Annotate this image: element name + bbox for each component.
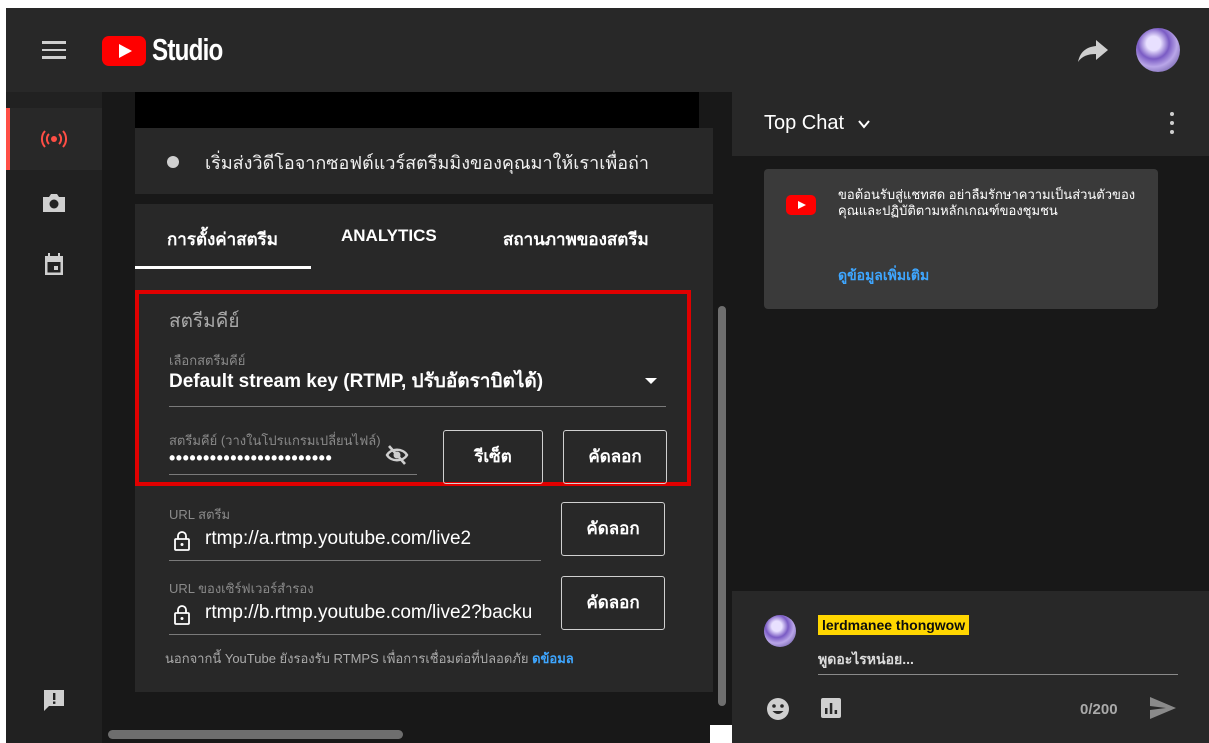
copy-backup-url-button[interactable]: คัดลอก (561, 576, 665, 630)
stream-url-value[interactable]: rtmp://a.rtmp.youtube.com/live2 (205, 528, 531, 550)
reset-button[interactable]: รีเซ็ต (443, 430, 543, 484)
horizontal-scrollbar[interactable] (108, 730, 403, 739)
chat-welcome-notice: ขอต้อนรับสู่แชทสด อย่าลืมรักษาความเป็นส่… (764, 169, 1158, 309)
live-icon (41, 130, 67, 148)
avatar (764, 615, 796, 647)
char-counter: 0/200 (1080, 701, 1118, 718)
stream-status-row: เริ่มส่งวิดีโอจากซอฟต์แวร์สตรีมมิงของคุณ… (135, 128, 713, 194)
section-title: สตรีมคีย์ (169, 311, 240, 332)
tab-analytics[interactable]: ANALYTICS (341, 226, 437, 246)
backup-url-label: URL ของเซิร์ฟเวอร์สำรอง (169, 581, 314, 596)
key-underline (169, 474, 417, 475)
learn-more-link[interactable]: ดข้อมล (532, 651, 574, 666)
account-avatar[interactable] (1136, 28, 1180, 72)
footnote-text: นอกจากนี้ YouTube ยังรองรับ RTMPS เพื่อก… (165, 651, 533, 666)
rtmps-footnote: นอกจากนี้ YouTube ยังรองรับ RTMPS เพื่อก… (165, 648, 574, 669)
more-options-icon[interactable] (1168, 112, 1176, 136)
chat-header: Top Chat (732, 92, 1209, 156)
camera-icon (43, 194, 65, 212)
chat-input[interactable]: พูดอะไรหน่อย... (818, 649, 1178, 675)
live-chat-panel: Top Chat ขอต้อนรับสู่แชทสด อย่าลืมรักษาค… (732, 92, 1209, 743)
feedback-icon[interactable] (42, 688, 66, 712)
emoji-icon[interactable] (766, 697, 790, 721)
send-icon[interactable] (1148, 695, 1178, 721)
stream-key-value[interactable]: •••••••••••••••••••••••• (169, 448, 332, 469)
nav-item-manage[interactable] (6, 234, 102, 296)
calendar-icon (45, 253, 63, 275)
stream-url-underline (169, 560, 541, 561)
tab-stream-settings[interactable]: การตั้งค่าสตรีม (167, 226, 278, 253)
select-underline (169, 406, 666, 407)
nav-item-webcam[interactable] (6, 172, 102, 234)
nav-item-stream[interactable] (6, 108, 102, 170)
super-chat-icon[interactable] (820, 697, 842, 719)
studio-window: Studio เริ่มส่งวิดีโอจากซอฟต์แวร์สตรีมมิ… (0, 0, 1209, 743)
vertical-scrollbar[interactable] (718, 306, 726, 706)
tab-stream-health[interactable]: สถานภาพของสตรีม (503, 226, 649, 253)
stream-key-section: สตรีมคีย์ เลือกสตรีมคีย์ Default stream … (135, 290, 691, 486)
username-badge: lerdmanee thongwow (818, 615, 970, 635)
chat-composer: lerdmanee thongwow พูดอะไรหน่อย... 0/200 (732, 591, 1209, 743)
backup-url-underline (169, 634, 541, 635)
youtube-logo-icon[interactable] (102, 36, 146, 66)
lock-icon (174, 531, 190, 551)
learn-more-link[interactable]: ดูข้อมูลเพิ่มเติม (838, 265, 929, 287)
dropdown-arrow-icon[interactable] (645, 378, 657, 384)
copy-stream-url-button[interactable]: คัดลอก (561, 502, 665, 556)
menu-icon[interactable] (42, 41, 66, 59)
lock-icon (174, 605, 190, 625)
status-text: เริ่มส่งวิดีโอจากซอฟต์แวร์สตรีมมิงของคุณ… (205, 153, 650, 173)
stream-url-label: URL สตรีม (169, 507, 231, 522)
share-icon[interactable] (1076, 38, 1110, 64)
youtube-icon (786, 195, 816, 215)
welcome-text: ขอต้อนรับสู่แชทสด อย่าลืมรักษาความเป็นส่… (838, 187, 1136, 218)
stream-key-select[interactable]: Default stream key (RTMP, ปรับอัตราบิตได… (169, 366, 543, 396)
status-dot (167, 156, 179, 168)
copy-key-button[interactable]: คัดลอก (563, 430, 667, 484)
video-preview (135, 92, 699, 128)
backup-url-value[interactable]: rtmp://b.rtmp.youtube.com/live2?backup=1 (205, 602, 531, 624)
scroll-corner (710, 725, 732, 743)
active-tab-indicator (135, 266, 311, 269)
chevron-down-icon[interactable] (858, 118, 870, 130)
visibility-off-icon[interactable] (385, 444, 409, 466)
top-bar: Studio (6, 8, 1209, 92)
stream-settings-card: การตั้งค่าสตรีม ANALYTICS สถานภาพของสตรี… (135, 204, 713, 692)
left-nav (6, 92, 102, 743)
chat-mode-selector[interactable]: Top Chat (764, 112, 844, 135)
studio-label: Studio (152, 32, 223, 67)
main-panel: เริ่มส่งวิดีโอจากซอฟต์แวร์สตรีมมิงของคุณ… (102, 92, 732, 743)
